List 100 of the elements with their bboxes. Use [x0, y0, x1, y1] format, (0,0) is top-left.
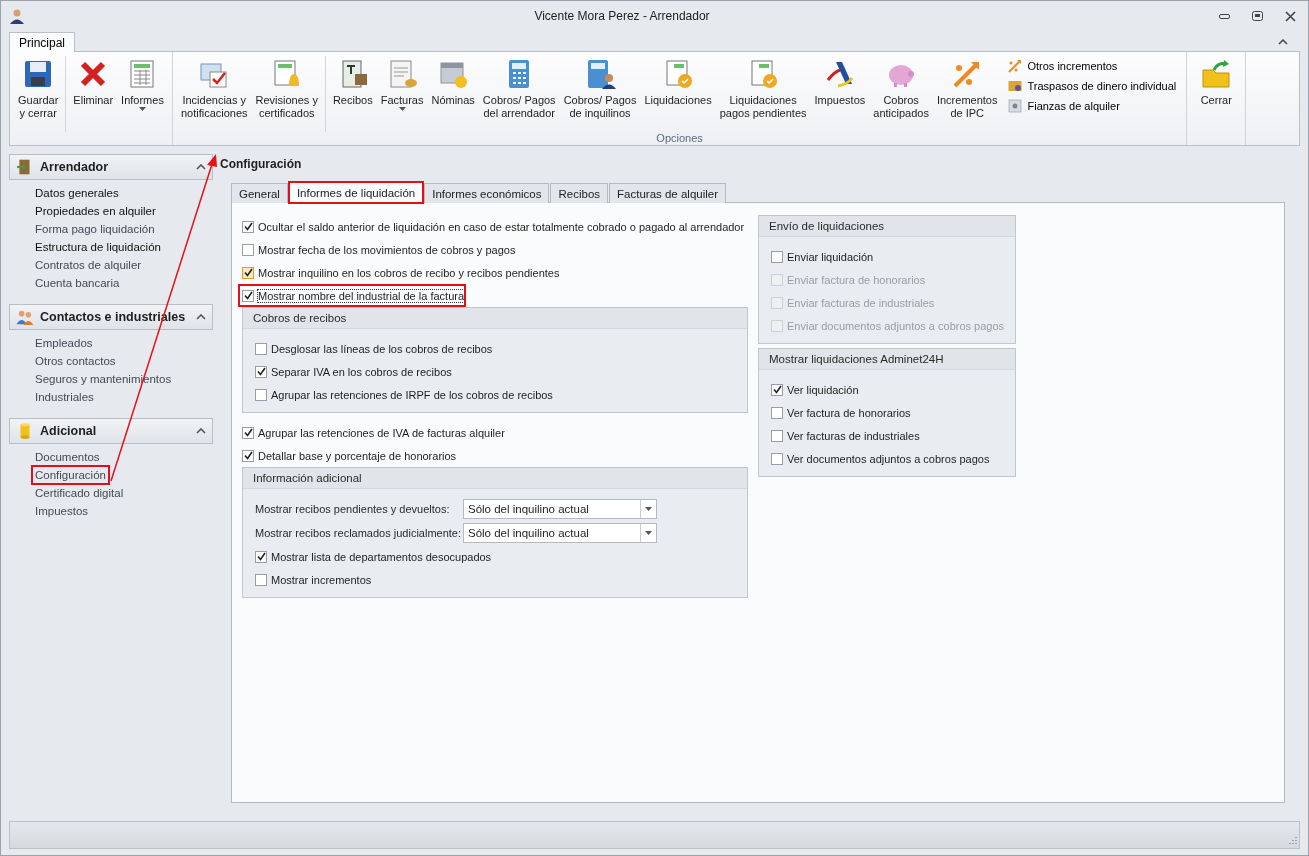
sidebar-link[interactable]: Certificado digital	[33, 485, 126, 501]
ribbon-button[interactable]: Nóminas	[427, 56, 479, 109]
field-label: Mostrar recibos pendientes y devueltos:	[255, 503, 451, 515]
sidebar-link[interactable]: Datos generales	[33, 185, 121, 201]
sidebar-link[interactable]: Empleados	[33, 335, 95, 351]
checkbox[interactable]	[242, 449, 254, 462]
ribbon-button[interactable]: Cobros/ Pagos de inquilinos	[559, 56, 641, 122]
ribbon-button[interactable]: Incrementos de IPC	[932, 56, 1002, 122]
checkbox-label[interactable]: Ver liquidación	[787, 383, 859, 396]
ribbon-button[interactable]: Guardar y cerrar	[14, 56, 63, 122]
ribbon-button[interactable]: Informes	[117, 56, 168, 113]
dropdown-field[interactable]: Sólo del inquilino actual	[463, 499, 657, 519]
checkbox[interactable]	[242, 243, 254, 256]
caret-icon	[645, 531, 652, 535]
sidebar-link[interactable]: Industriales	[33, 389, 96, 405]
sidebar-section-header[interactable]: Adicional	[9, 418, 213, 444]
sidebar-link[interactable]: Forma pago liquidación	[33, 221, 157, 237]
user-icon	[9, 8, 25, 24]
folder-arrow-icon	[1200, 58, 1233, 90]
cash-transfer-icon	[1007, 78, 1024, 94]
ribbon-tab[interactable]: Principal	[9, 32, 76, 52]
sidebar-link[interactable]: Otros contactos	[33, 353, 118, 369]
group-title: Información adicional	[253, 472, 362, 484]
collapse-ribbon-icon[interactable]	[1278, 39, 1288, 45]
checkbox-label[interactable]: Mostrar lista de departamentos desocupados	[271, 550, 492, 563]
restore-icon[interactable]	[1252, 11, 1263, 21]
checkbox-label[interactable]: Ver facturas de industriales	[787, 429, 920, 442]
checkbox[interactable]	[255, 550, 267, 563]
tab[interactable]: General	[231, 183, 288, 203]
ribbon-button[interactable]: Facturas	[376, 56, 428, 113]
checkbox-label[interactable]: Enviar liquidación	[787, 250, 874, 263]
ribbon-small-button[interactable]: Traspasos de dinero individual	[1007, 78, 1177, 94]
field-label: Mostrar recibos reclamados judicialmente:	[255, 527, 459, 539]
checkbox-option[interactable]: Ocultar el saldo anterior de liquidación en caso de estar totalmente cobrado o pagado al arrendador	[242, 215, 745, 238]
ribbon-small-button[interactable]: Otros incrementos	[1007, 58, 1177, 74]
tab[interactable]: Informes económicos	[424, 183, 550, 203]
sidebar-link[interactable]: Documentos	[33, 449, 102, 465]
caret-icon	[139, 107, 146, 111]
collapse-icon[interactable]	[196, 314, 206, 320]
checkbox[interactable]	[242, 220, 254, 233]
checkbox[interactable]	[771, 383, 783, 396]
ribbon-button[interactable]: Recibos	[324, 56, 377, 132]
checkbox[interactable]	[255, 573, 267, 586]
ribbon-button[interactable]: Cobros anticipados	[869, 56, 933, 122]
checkbox[interactable]	[255, 388, 267, 401]
close-icon[interactable]	[1285, 10, 1296, 22]
checkbox-option[interactable]: Mostrar fecha de los movimientos de cobros y pagos	[242, 238, 516, 261]
checkbox-label[interactable]: Separar IVA en los cobros de recibos	[271, 365, 452, 378]
window-title: Vicente Mora Perez - Arrendador	[533, 9, 711, 23]
sidebar-section-header[interactable]: Arrendador	[9, 154, 213, 180]
checkbox[interactable]	[771, 250, 783, 263]
ribbon-button[interactable]: Incidencias y notificaciones	[176, 56, 252, 122]
checkbox-option[interactable]: Mostrar nombre del industrial de la factura	[238, 284, 467, 307]
checkbox-option[interactable]: Agrupar las retenciones de IVA de facturas alquiler	[242, 421, 505, 444]
sidebar-link[interactable]: Impuestos	[33, 503, 91, 519]
checkbox-option[interactable]: Detallar base y porcentaje de honorarios	[242, 444, 457, 467]
checkbox[interactable]	[771, 406, 783, 419]
checkbox[interactable]	[242, 266, 254, 279]
tab[interactable]: Recibos	[550, 183, 609, 203]
ribbon-button[interactable]: Revisiones y certificados	[251, 56, 322, 122]
checkbox-label[interactable]: Ver documentos adjuntos a cobros pagos	[787, 452, 990, 465]
safe-icon	[1007, 98, 1024, 114]
checkbox[interactable]	[242, 426, 254, 439]
checkbox[interactable]	[242, 289, 254, 302]
sidebar-link[interactable]: Configuración	[33, 467, 108, 483]
caret-icon	[645, 507, 652, 511]
sidebar-link[interactable]: Contratos de alquiler	[33, 257, 144, 273]
checkbox[interactable]	[771, 429, 783, 442]
checkbox[interactable]	[771, 452, 783, 465]
tab[interactable]: Facturas de alquiler	[609, 183, 727, 203]
caret-icon	[398, 107, 406, 111]
sidebar-link[interactable]: Propiedades en alquiler	[33, 203, 158, 219]
dropdown-field[interactable]: Sólo del inquilino actual	[463, 523, 657, 543]
group-title: Mostrar liquidaciones Adminet24H	[769, 353, 944, 365]
arrows-icon	[1007, 58, 1024, 74]
group-title: Cobros de recibos	[253, 312, 347, 324]
checkbox-option[interactable]: Mostrar inquilino en los cobros de recibo y recibos pendientes	[242, 261, 560, 284]
collapse-icon[interactable]	[196, 428, 206, 434]
checkbox-label[interactable]: Ver factura de honorarios	[787, 406, 911, 419]
checkbox-label[interactable]: Desglosar las líneas de los cobros de recibos	[271, 342, 493, 355]
checkbox-label[interactable]: Mostrar incrementos	[271, 573, 372, 586]
ribbon-small-button[interactable]: Fianzas de alquiler	[1007, 98, 1177, 114]
ribbon-button[interactable]: Eliminar	[65, 56, 118, 132]
checkbox-label[interactable]: Agrupar las retenciones de IRPF de los cobros de recibos	[271, 388, 553, 401]
tab[interactable]: Informes de liquidación	[288, 182, 424, 203]
minimize-icon[interactable]	[1219, 13, 1230, 19]
sidebar-link[interactable]: Cuenta bancaria	[33, 275, 122, 291]
group-title: Envío de liquidaciones	[769, 220, 885, 232]
ribbon-button[interactable]: Cobros/ Pagos del arrendador	[478, 56, 560, 122]
ribbon-button[interactable]: Liquidaciones	[640, 56, 716, 109]
ribbon-button[interactable]: Impuestos	[810, 56, 870, 109]
checkbox[interactable]	[255, 365, 267, 378]
resize-grip-icon[interactable]	[1287, 836, 1297, 846]
checkbox[interactable]	[255, 342, 267, 355]
ribbon-button[interactable]: Cerrar	[1191, 56, 1242, 109]
group-label: Opciones	[656, 132, 703, 144]
ribbon-button[interactable]: Liquidaciones pagos pendientes	[715, 56, 811, 122]
people-icon	[16, 308, 34, 326]
sidebar-link[interactable]: Estructura de liquidación	[33, 239, 163, 255]
collapse-icon[interactable]	[196, 164, 206, 170]
